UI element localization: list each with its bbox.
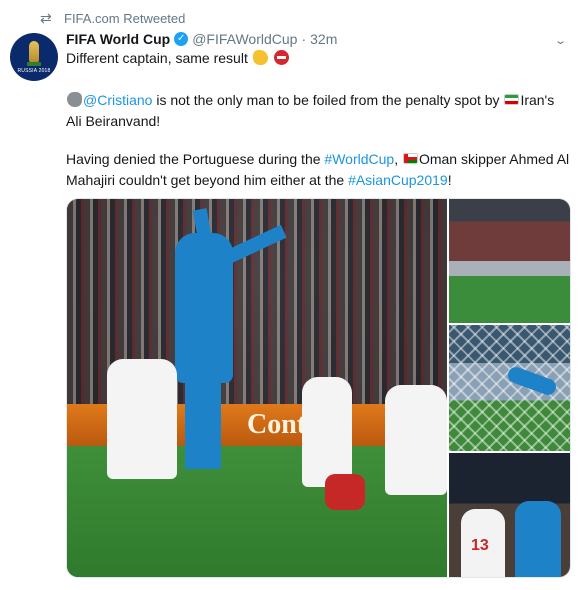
retweet-icon: ⇄: [40, 9, 52, 26]
flexed-biceps-icon: [252, 50, 268, 65]
hashtag-asiancup-link[interactable]: #AsianCup2019: [348, 172, 448, 188]
mention-link[interactable]: @Cristiano: [83, 92, 152, 108]
photo-main[interactable]: Conti: [67, 199, 447, 577]
football-boot-icon: [67, 92, 82, 107]
tweet-line1-text: Different captain, same result: [66, 50, 248, 66]
photo-celebration[interactable]: 13: [449, 453, 570, 577]
avatar[interactable]: RUSSIA 2018: [10, 33, 58, 81]
timestamp[interactable]: 32m: [310, 31, 337, 47]
author-handle[interactable]: @FIFAWorldCup: [192, 31, 297, 47]
retweet-context: ⇄ FIFA.com Retweeted: [40, 9, 185, 27]
tweet-text-line1: Different captain, same result: [66, 48, 571, 69]
iran-flag-icon: [504, 94, 520, 105]
shirt-number: 13: [471, 537, 489, 554]
avatar-caption: RUSSIA 2018: [17, 68, 51, 74]
player-figure: [302, 377, 352, 487]
media-grid: Conti 13: [66, 198, 571, 578]
oman-flag-icon: [402, 153, 418, 164]
verified-badge-icon: ✓: [174, 32, 189, 46]
player-figure: [107, 359, 177, 479]
para2-text: is not the only man to be foiled from th…: [152, 92, 504, 108]
trophy-icon: [29, 41, 39, 63]
tweet-header: FIFA World Cup ✓ @FIFAWorldCup · 32m: [66, 29, 337, 49]
tweet-text-para3: Having denied the Portuguese during the …: [66, 149, 571, 191]
tweet-text-para2: @Cristiano is not the only man to be foi…: [66, 90, 571, 132]
photo-stadium[interactable]: [449, 199, 570, 323]
para3-text-d: !: [447, 172, 452, 188]
separator-dot: ·: [301, 31, 307, 47]
tweet[interactable]: ⇄ FIFA.com Retweeted RUSSIA 2018 FIFA Wo…: [0, 0, 581, 590]
goalkeeper-figure: [515, 501, 561, 577]
photo-goal-save[interactable]: [449, 325, 570, 451]
hashtag-worldcup-link[interactable]: #WorldCup: [324, 151, 394, 167]
retweet-label[interactable]: FIFA.com Retweeted: [64, 11, 185, 26]
chevron-down-icon[interactable]: ⌄: [554, 34, 567, 47]
player-figure: [385, 385, 447, 495]
author-name[interactable]: FIFA World Cup: [66, 31, 170, 47]
para3-text-b: ,: [394, 151, 402, 167]
para3-text-a: Having denied the Portuguese during the: [66, 151, 325, 167]
no-entry-icon: [273, 50, 289, 65]
diving-keeper-figure: [505, 364, 559, 398]
